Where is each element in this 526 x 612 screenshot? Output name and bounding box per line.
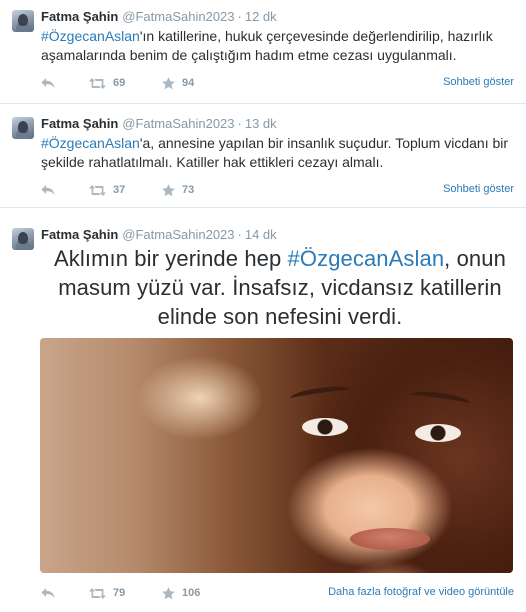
avatar[interactable] bbox=[12, 117, 34, 139]
avatar[interactable] bbox=[12, 10, 34, 32]
author-handle[interactable]: @FatmaSahin2023 bbox=[122, 9, 234, 24]
retweet-icon bbox=[89, 77, 106, 89]
tweet-actions: 69 94 bbox=[41, 75, 511, 91]
separator-dot: · bbox=[237, 116, 242, 131]
author-name[interactable]: Fatma Şahin bbox=[41, 9, 118, 24]
star-icon bbox=[162, 586, 175, 599]
retweet-icon bbox=[89, 184, 106, 196]
retweet-count: 69 bbox=[113, 77, 126, 89]
timestamp[interactable]: 14 dk bbox=[245, 227, 277, 242]
hashtag-link[interactable]: #ÖzgecanAslan bbox=[41, 28, 140, 44]
tweet-header: Fatma Şahin @FatmaSahin2023 · 12 dk bbox=[41, 9, 277, 24]
reply-button[interactable] bbox=[41, 182, 55, 198]
favorite-button[interactable]: 94 bbox=[162, 75, 194, 91]
retweet-button[interactable]: 79 bbox=[89, 585, 125, 601]
hashtag-link[interactable]: #ÖzgecanAslan bbox=[288, 246, 445, 271]
timestamp[interactable]: 12 dk bbox=[245, 9, 277, 24]
tweet-2: Fatma Şahin @FatmaSahin2023 · 13 dk #Özgeca… bbox=[0, 104, 526, 208]
star-icon bbox=[162, 76, 175, 89]
show-conversation-link[interactable]: Sohbeti göster bbox=[443, 183, 514, 195]
star-icon bbox=[162, 183, 175, 196]
retweet-button[interactable]: 69 bbox=[89, 75, 125, 91]
separator-dot: · bbox=[237, 227, 242, 242]
tweet-photo[interactable] bbox=[40, 338, 513, 573]
favorite-count: 73 bbox=[182, 184, 195, 196]
reply-button[interactable] bbox=[41, 585, 55, 601]
favorite-button[interactable]: 73 bbox=[162, 182, 194, 198]
show-conversation-link[interactable]: Sohbeti göster bbox=[443, 76, 514, 88]
reply-icon bbox=[41, 78, 55, 88]
reply-icon bbox=[41, 588, 55, 598]
favorite-button[interactable]: 106 bbox=[162, 585, 200, 601]
tweet-header: Fatma Şahin @FatmaSahin2023 · 13 dk bbox=[41, 116, 277, 131]
avatar[interactable] bbox=[12, 228, 34, 250]
reply-button[interactable] bbox=[41, 75, 55, 91]
separator-dot: · bbox=[237, 9, 242, 24]
author-handle[interactable]: @FatmaSahin2023 bbox=[122, 116, 234, 131]
author-handle[interactable]: @FatmaSahin2023 bbox=[122, 227, 234, 242]
favorite-count: 94 bbox=[182, 77, 195, 89]
hashtag-link[interactable]: #ÖzgecanAslan bbox=[41, 135, 140, 151]
author-name[interactable]: Fatma Şahin bbox=[41, 227, 118, 242]
author-name[interactable]: Fatma Şahin bbox=[41, 116, 118, 131]
timestamp[interactable]: 13 dk bbox=[245, 116, 277, 131]
tweet-text: #ÖzgecanAslan'a, annesine yapılan bir in… bbox=[41, 134, 511, 172]
view-more-media-link[interactable]: Daha fazla fotoğraf ve video görüntüle bbox=[328, 586, 514, 598]
retweet-button[interactable]: 37 bbox=[89, 182, 125, 198]
photo-detail bbox=[302, 418, 348, 436]
photo-detail bbox=[415, 424, 461, 442]
tweet-text: #ÖzgecanAslan'ın katillerine, hukuk çerç… bbox=[41, 27, 511, 65]
retweet-count: 79 bbox=[113, 587, 126, 599]
photo-detail bbox=[350, 528, 430, 550]
tweet-text: Aklımın bir yerinde hep #ÖzgecanAslan, o… bbox=[40, 244, 520, 331]
retweet-icon bbox=[89, 587, 106, 599]
favorite-count: 106 bbox=[182, 587, 201, 599]
tweet-header: Fatma Şahin @FatmaSahin2023 · 14 dk bbox=[41, 227, 277, 242]
retweet-count: 37 bbox=[113, 184, 126, 196]
tweet-1: Fatma Şahin @FatmaSahin2023 · 12 dk #Özgeca… bbox=[0, 0, 526, 104]
reply-icon bbox=[41, 185, 55, 195]
photo-detail bbox=[409, 388, 471, 410]
tweet-body-start: Aklımın bir yerinde hep bbox=[54, 246, 288, 271]
photo-detail bbox=[289, 383, 351, 405]
tweet-actions: 37 73 bbox=[41, 182, 511, 198]
